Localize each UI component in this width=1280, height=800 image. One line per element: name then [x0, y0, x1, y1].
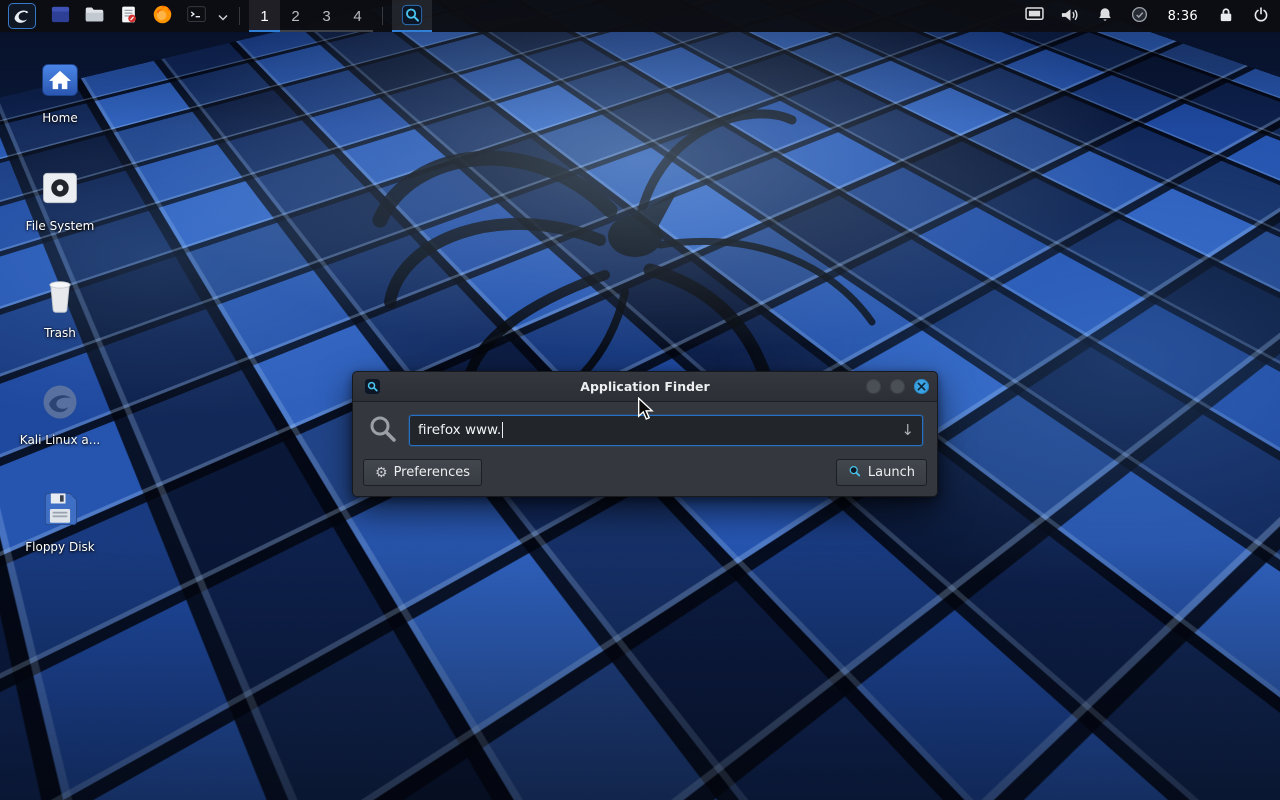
- file-manager-launcher-button[interactable]: [80, 2, 108, 30]
- close-button[interactable]: [914, 379, 929, 394]
- display-icon: [1025, 7, 1044, 25]
- close-icon: [917, 379, 926, 394]
- workspace-label: 1: [260, 8, 268, 25]
- application-finder-icon: [401, 4, 423, 29]
- power-tray-button[interactable]: [1250, 2, 1272, 30]
- workspace-label: 4: [353, 8, 361, 25]
- notifications-bell-icon: [1097, 6, 1113, 26]
- workspace-4[interactable]: 4: [342, 0, 373, 32]
- search-icon: [367, 413, 397, 447]
- desktop-icon-label: File System: [26, 219, 95, 233]
- search-input-text: firefox www.: [418, 422, 501, 438]
- text-editor-launcher-button[interactable]: [114, 2, 142, 30]
- window-icon: [50, 4, 71, 28]
- lock-icon: [1219, 6, 1233, 26]
- window-launcher-button[interactable]: [46, 2, 74, 30]
- launch-button-label: Launch: [868, 465, 915, 480]
- floppy-icon: [38, 487, 82, 535]
- status-tray-button[interactable]: [1129, 2, 1151, 30]
- lock-tray-button[interactable]: [1215, 2, 1237, 30]
- text-caret: [502, 422, 503, 438]
- volume-icon: [1060, 7, 1079, 26]
- desktop-icon-label: Kali Linux a...: [20, 433, 100, 447]
- clock[interactable]: 8:36: [1168, 9, 1198, 24]
- entry-dropdown-arrow-icon[interactable]: ↓: [895, 423, 914, 438]
- status-icon: [1131, 6, 1148, 26]
- application-finder-window: Application Finder firefox www. ↓ ⚙: [352, 371, 938, 497]
- kali-menu-icon: [12, 5, 32, 28]
- panel-separator: [382, 7, 383, 25]
- workspace-3[interactable]: 3: [311, 0, 342, 32]
- gear-icon: ⚙: [375, 466, 388, 480]
- workspace-label: 3: [322, 8, 330, 25]
- text-editor-icon: [119, 4, 138, 28]
- notifications-tray-button[interactable]: [1094, 2, 1116, 30]
- kali-disc-icon: [38, 380, 82, 428]
- file-manager-icon: [84, 4, 105, 28]
- top-panel: 1 2 3 4: [0, 0, 1280, 32]
- power-icon: [1253, 6, 1269, 26]
- desktop-icon-kali-linux[interactable]: Kali Linux a...: [10, 380, 110, 447]
- preferences-button[interactable]: ⚙ Preferences: [363, 459, 482, 486]
- taskbar-item-application-finder[interactable]: [392, 0, 432, 32]
- desktop-icon-label: Trash: [44, 326, 76, 340]
- desktop-icon-trash[interactable]: Trash: [10, 273, 110, 340]
- trash-icon: [38, 273, 82, 321]
- firefox-icon: [152, 4, 173, 28]
- workspace-label: 2: [291, 8, 299, 25]
- maximize-button[interactable]: [890, 379, 905, 394]
- launch-button[interactable]: Launch: [836, 459, 927, 486]
- terminal-launcher-button[interactable]: [182, 2, 210, 30]
- workspace-1[interactable]: 1: [249, 0, 280, 32]
- file-system-icon: [38, 166, 82, 214]
- desktop-icon-home[interactable]: Home: [10, 58, 110, 125]
- terminal-icon: [186, 4, 207, 28]
- workspace-2[interactable]: 2: [280, 0, 311, 32]
- desktop-icon-file-system[interactable]: File System: [10, 166, 110, 233]
- terminal-dropdown-button[interactable]: [216, 2, 230, 30]
- appfinder-title-icon: [365, 379, 380, 394]
- home-icon: [38, 58, 82, 106]
- firefox-launcher-button[interactable]: [148, 2, 176, 30]
- preferences-button-label: Preferences: [394, 465, 470, 480]
- applications-menu-button[interactable]: [8, 3, 36, 29]
- display-tray-button[interactable]: [1024, 2, 1046, 30]
- desktop-icon-label: Home: [42, 111, 77, 125]
- volume-tray-button[interactable]: [1059, 2, 1081, 30]
- desktop-icon-label: Floppy Disk: [25, 540, 95, 554]
- panel-separator: [239, 7, 240, 25]
- chevron-down-icon: [218, 9, 228, 24]
- mouse-cursor: [636, 397, 654, 421]
- launch-icon: [848, 464, 862, 482]
- search-input[interactable]: firefox www. ↓: [409, 415, 923, 446]
- desktop-icon-floppy-disk[interactable]: Floppy Disk: [10, 487, 110, 554]
- window-title: Application Finder: [353, 379, 937, 394]
- minimize-button[interactable]: [866, 379, 881, 394]
